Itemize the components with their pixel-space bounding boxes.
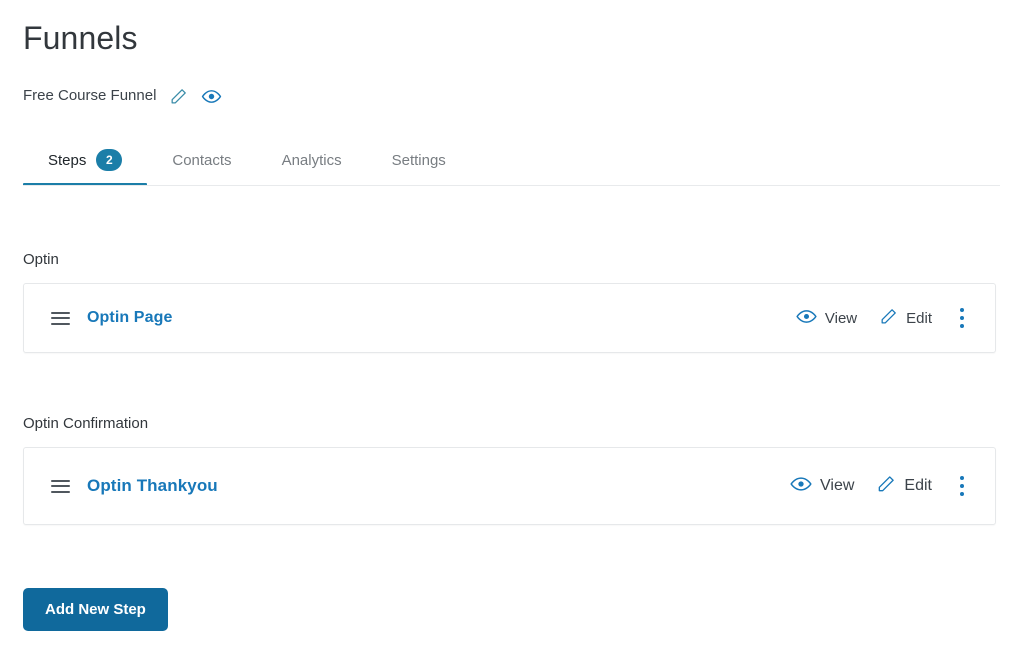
tab-settings-label: Settings	[391, 151, 446, 169]
pencil-icon	[876, 474, 896, 499]
tab-contacts[interactable]: Contacts	[147, 134, 256, 186]
pencil-icon[interactable]	[169, 87, 188, 106]
funnel-name: Free Course Funnel	[23, 87, 157, 104]
view-label: View	[820, 477, 855, 494]
step-card[interactable]: Optin Thankyou View Edit	[23, 447, 996, 525]
step-section-optin-confirmation: Optin Confirmation Optin Thankyou View E…	[23, 414, 996, 525]
add-new-step-button[interactable]: Add New Step	[23, 588, 168, 631]
tab-divider	[23, 185, 1000, 186]
edit-label: Edit	[906, 309, 932, 327]
kebab-menu-icon[interactable]	[954, 470, 970, 502]
section-heading: Optin Confirmation	[23, 415, 149, 432]
edit-label: Edit	[904, 477, 932, 494]
eye-icon	[790, 475, 812, 498]
tab-contacts-label: Contacts	[172, 151, 232, 169]
step-card-actions: View Edit	[790, 470, 970, 502]
tab-analytics-label: Analytics	[281, 151, 342, 169]
tab-bar: Steps 2 Contacts Analytics Settings	[23, 134, 1000, 186]
step-card-actions: View Edit	[796, 302, 970, 334]
eye-icon[interactable]	[201, 86, 222, 107]
eye-icon	[796, 308, 817, 329]
edit-button[interactable]: Edit	[879, 307, 932, 330]
step-name-link[interactable]: Optin Thankyou	[87, 476, 218, 496]
step-name-link[interactable]: Optin Page	[87, 309, 172, 327]
page-title: Funnels	[23, 20, 138, 56]
step-section-optin: Optin Optin Page View Edit	[23, 250, 996, 353]
tab-steps-label: Steps	[48, 151, 87, 169]
kebab-menu-icon[interactable]	[954, 302, 970, 334]
funnels-page: Funnels Free Course Funnel Steps 2 Conta…	[0, 0, 1024, 658]
pencil-icon	[879, 307, 898, 330]
step-card-left: Optin Page	[24, 309, 172, 327]
view-button[interactable]: View	[796, 308, 857, 329]
tab-analytics[interactable]: Analytics	[257, 134, 367, 186]
tab-settings[interactable]: Settings	[367, 134, 471, 186]
view-button[interactable]: View	[790, 475, 854, 498]
step-card[interactable]: Optin Page View Edit	[23, 283, 996, 353]
tab-steps[interactable]: Steps 2	[23, 134, 148, 186]
section-heading: Optin	[23, 251, 59, 268]
step-card-left: Optin Thankyou	[24, 476, 218, 496]
edit-button[interactable]: Edit	[876, 474, 932, 499]
drag-handle-icon[interactable]	[51, 479, 70, 493]
tab-steps-badge: 2	[96, 149, 123, 171]
drag-handle-icon[interactable]	[51, 311, 70, 325]
funnel-name-row: Free Course Funnel	[23, 84, 222, 108]
view-label: View	[824, 309, 858, 327]
